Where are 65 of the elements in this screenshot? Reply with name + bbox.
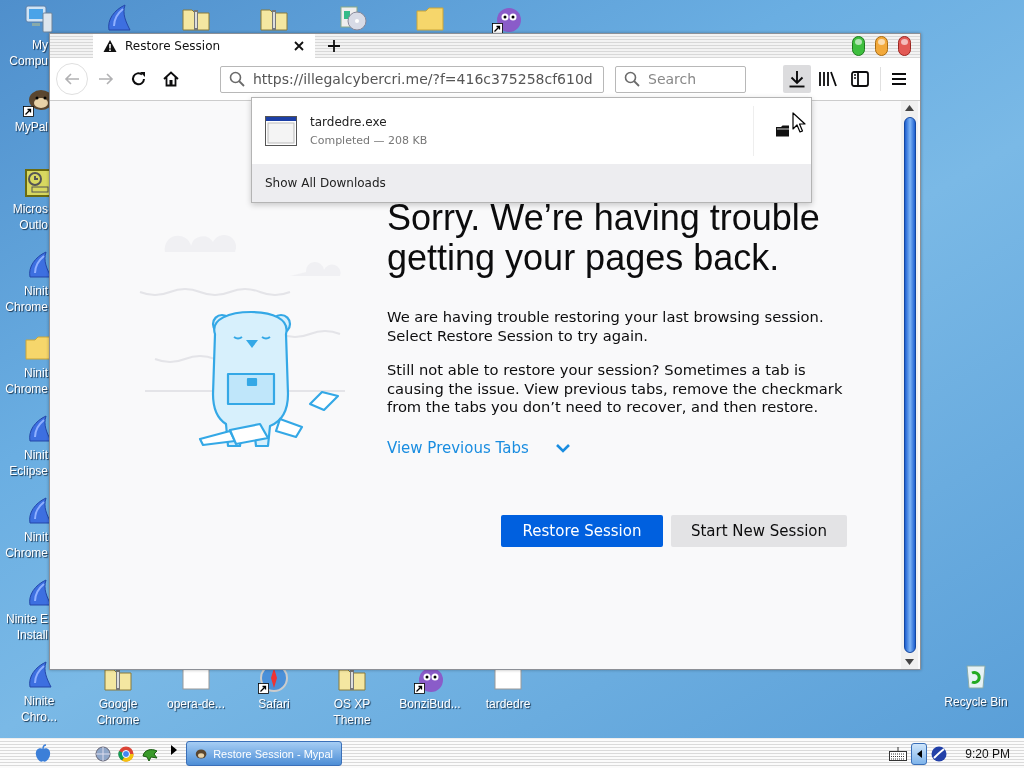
desktop-icon-label[interactable]: opera-de... [166,696,225,712]
view-previous-tabs-link[interactable]: View Previous Tabs [387,438,529,457]
desktop-icon-label[interactable]: My Compu [0,37,48,69]
start-icon[interactable] [33,743,53,764]
window-control-button[interactable] [852,36,865,56]
triangle-up-icon[interactable] [905,105,914,111]
round-browser-icon[interactable] [118,745,134,762]
creature-icon[interactable] [414,670,446,694]
desktop-icon-label[interactable]: Google Chrome [96,696,140,728]
scrollbar-thumb[interactable] [903,117,916,653]
desktop-icon-label[interactable]: Micros Outlo [0,201,48,233]
desktop-icon-label[interactable]: MyPal [0,119,48,135]
clock-card-icon[interactable] [23,167,49,199]
search-icon [229,71,245,87]
desktop-icon-label[interactable]: Ninit Eclipse [0,447,48,479]
clock-time: 9:20 PM [965,746,1010,761]
desktop-icon-label[interactable]: BonziBud... [399,696,461,712]
slashed-circle-icon[interactable] [931,745,948,762]
window-control-button[interactable] [875,36,888,56]
animal-face-icon[interactable] [195,746,208,761]
zip-folder-icon[interactable] [336,670,368,694]
mouse-pointer-icon [792,112,806,134]
window-control-button[interactable] [898,36,911,56]
download-button[interactable] [783,65,811,93]
home-icon[interactable] [163,71,179,87]
error-paragraph: We are having trouble restoring your last browsing session. Select Restore Session to try again. [387,308,825,345]
program-window-icon [265,116,297,146]
compass-icon[interactable] [258,670,290,694]
computer-icon[interactable] [23,3,55,35]
desktop-icon-label[interactable]: Ninit Chrome [0,365,48,397]
chevron-down-icon[interactable] [554,442,571,453]
secondary-button[interactable]: Start New Session [671,514,847,547]
triangle-down-icon[interactable] [905,659,914,665]
search-field[interactable]: Search [615,65,746,93]
address-field[interactable]: https://illegalcybercri.me/?f=416c375258cf610d [220,65,604,93]
globe-icon[interactable] [95,745,111,762]
download-file-name: tardedre.exe [310,115,388,129]
browser-tab[interactable]: Restore Session [93,34,315,58]
desktop-icon-label[interactable]: Safari [258,696,290,712]
sidebar-icon[interactable] [851,70,869,88]
keyboard-icon[interactable] [889,746,908,761]
menu-icon[interactable] [891,71,907,87]
library-icon[interactable] [818,70,838,88]
error-paragraph: Still not able to restore your session? Sometimes a tab is causing the issue. View previous tabs, remove the checkmark from the tabs you don’t need to recover, and then restore. [387,361,844,417]
desktop-icon-label[interactable]: OS XP Theme [333,696,371,728]
desktop-icon-label[interactable]: Recycle Bin [944,694,1008,710]
zip-folder-icon[interactable] [102,670,134,694]
reload-icon[interactable] [131,71,147,87]
desktop-icon-label[interactable]: Ninite E Install [0,611,48,643]
triangle-left-icon[interactable] [916,749,922,758]
primary-button[interactable]: Restore Session [501,514,663,547]
download-arrow-icon[interactable] [788,70,806,88]
folder-icon[interactable] [775,125,790,137]
show-all-downloads-button[interactable]: Show All Downloads [252,164,811,202]
desktop-icon-label[interactable]: Ninit Chrome [0,529,48,561]
search-icon [624,70,640,87]
tray-expand-button[interactable] [911,742,928,765]
taskbar-button[interactable]: Restore Session - Mypal [186,741,342,766]
expand-arrow-icon[interactable] [171,744,177,755]
tab-title: Restore Session [125,39,222,53]
download-status: Completed — 208 KB [310,134,429,147]
desktop-icon-label[interactable]: tardedre [485,696,531,712]
desktop-icon-label[interactable]: Ninit Chrome [0,283,48,315]
warning-icon [103,39,117,53]
desktop-icon-label[interactable]: Ninite Chro... [21,693,57,725]
